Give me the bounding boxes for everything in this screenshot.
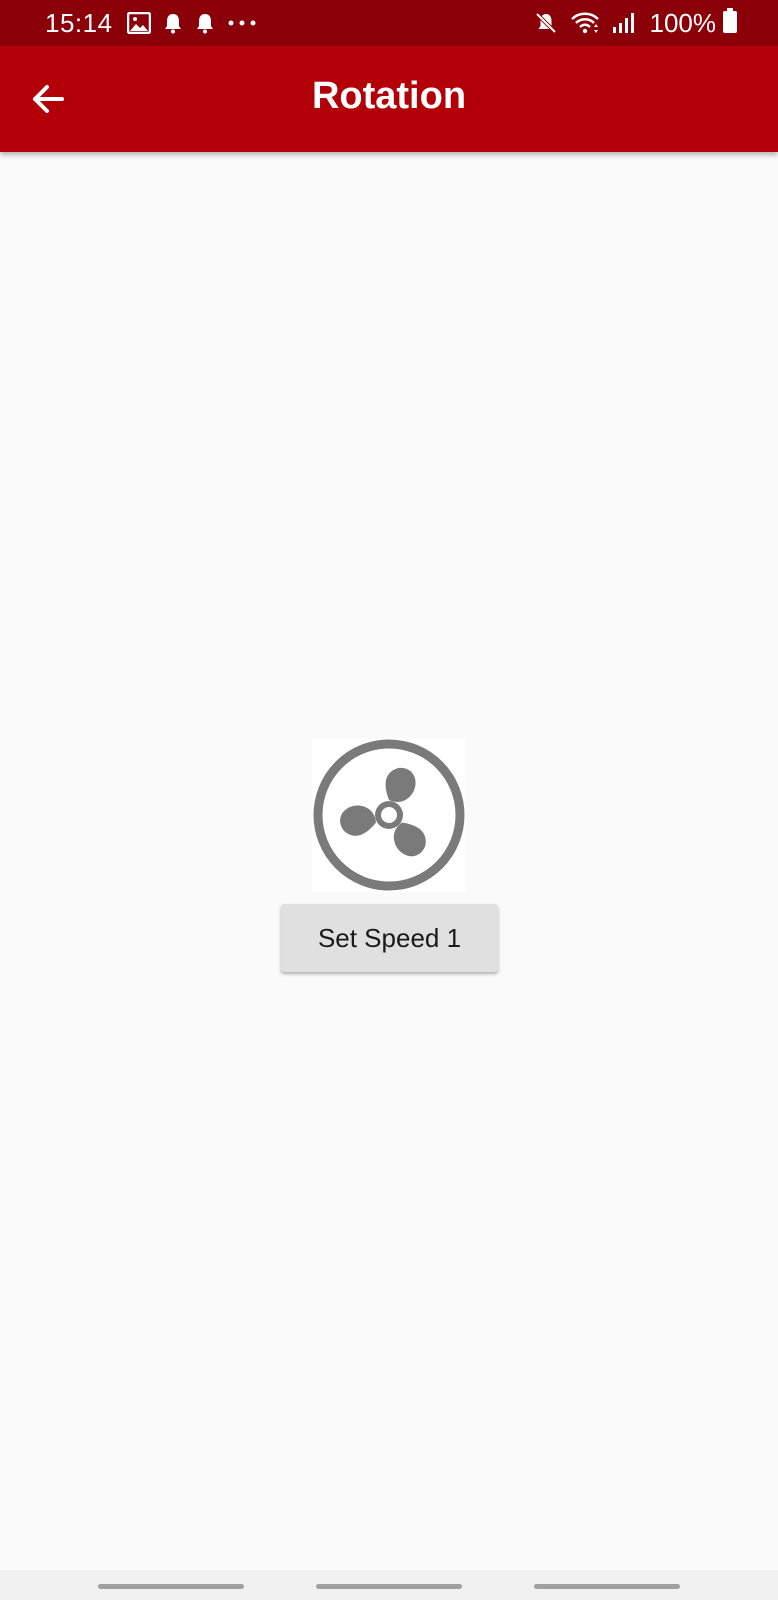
fan-image [312,738,466,892]
gallery-icon [126,12,151,34]
fan-icon [313,739,465,891]
bell-icon [195,12,215,34]
arrow-left-icon [33,85,64,113]
wifi-icon [570,11,600,35]
status-bar-left: 15:14 [45,8,269,39]
status-time: 15:14 [45,7,113,38]
battery-icon [722,7,738,39]
page-title: Rotation [311,75,467,117]
mute-icon [534,11,558,35]
system-nav-bar [0,1570,778,1600]
nav-home[interactable] [316,1584,462,1589]
bell-icon [163,12,183,34]
main-content: Set Speed 1 [0,152,778,1570]
battery-percent: 100% [649,7,717,38]
more-dots-icon [227,18,257,28]
status-bar: 15:14 100% [0,0,778,46]
set-speed-button[interactable]: Set Speed 1 [281,904,498,972]
signal-icon [612,12,634,34]
nav-recent-apps[interactable] [98,1584,244,1589]
back-button[interactable] [22,73,74,125]
status-bar-right: 100% [534,7,739,39]
nav-back[interactable] [534,1584,680,1589]
app-bar: Rotation [0,46,778,152]
